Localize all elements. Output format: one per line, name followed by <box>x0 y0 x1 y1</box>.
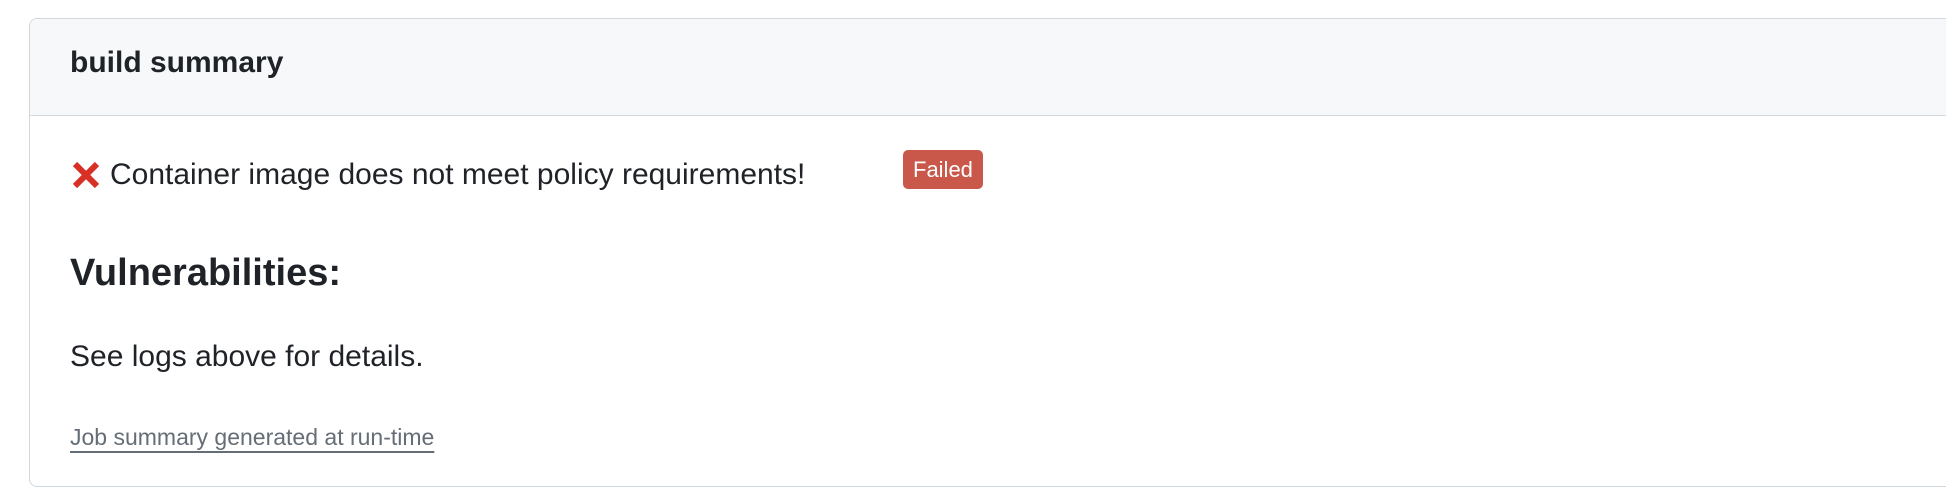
status-message: Container image does not meet policy req… <box>110 158 806 191</box>
status-line: Container image does not meet policy req… <box>70 158 805 192</box>
red-x-icon <box>70 159 102 191</box>
job-summary-link[interactable]: Job summary generated at run-time <box>70 424 434 451</box>
job-summary-card: build summary Container image does not m… <box>29 18 1946 487</box>
details-text: See logs above for details. <box>70 340 424 373</box>
failed-badge: Failed <box>903 150 983 189</box>
vulnerabilities-heading: Vulnerabilities: <box>70 252 341 294</box>
card-title: build summary <box>70 46 284 79</box>
card-header: build summary <box>30 19 1946 116</box>
